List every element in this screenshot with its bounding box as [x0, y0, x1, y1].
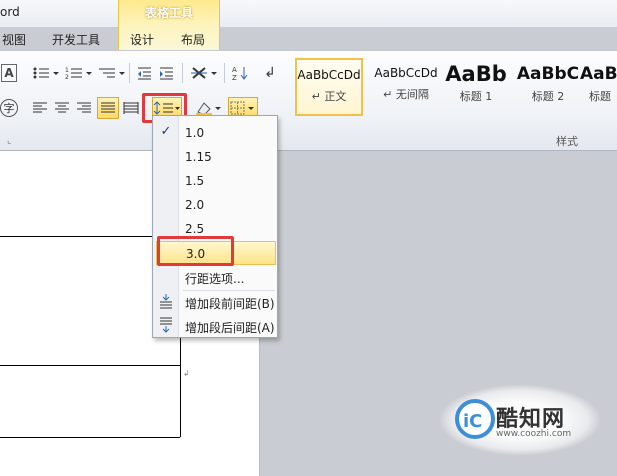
svg-text:A: A	[232, 66, 237, 74]
menu-item-1-0[interactable]: ✓ 1.0	[153, 121, 277, 145]
styles-gallery: AaBbCcDd ↵ 正文 AaBbCcDd ↵ 无间隔 AaBb 标题 1 A…	[290, 58, 617, 118]
space-before-icon	[158, 293, 174, 309]
style-heading-2[interactable]: AaBbC 标题 2	[512, 58, 584, 116]
styles-group-label: 样式	[556, 135, 578, 148]
title-bar: ord	[0, 0, 617, 27]
style-no-spacing[interactable]: AaBbCcDd ↵ 无间隔	[370, 58, 442, 116]
center-icon[interactable]	[52, 98, 72, 118]
tab-view[interactable]: 视图	[2, 31, 26, 48]
increase-indent-icon[interactable]	[157, 63, 175, 83]
menu-item-add-space-after[interactable]: 增加段后间距(A)	[153, 314, 277, 338]
decrease-indent-icon[interactable]	[135, 63, 153, 83]
style-normal[interactable]: AaBbCcDd ↵ 正文	[295, 58, 363, 116]
multilevel-list-icon[interactable]	[96, 63, 128, 83]
svg-text:iC: iC	[463, 411, 482, 432]
svg-text:2: 2	[65, 74, 69, 81]
align-right-icon[interactable]	[74, 98, 94, 118]
enclosed-char-icon[interactable]: 字	[0, 99, 18, 117]
check-icon: ✓	[160, 124, 172, 139]
menu-item-2-0[interactable]: 2.0	[153, 193, 277, 217]
table-tools-title: 表格工具	[144, 6, 193, 20]
ribbon-tabs: 视图 开发工具 设计 布局	[0, 27, 617, 50]
justify-icon[interactable]	[97, 97, 119, 119]
launcher-icon[interactable]: ⌞	[7, 136, 11, 146]
distributed-icon[interactable]	[121, 98, 141, 118]
style-title[interactable]: AaBl 标题	[580, 58, 617, 116]
show-marks-icon[interactable]: ↲	[262, 63, 278, 83]
menu-item-add-space-before[interactable]: 增加段前间距(B)	[153, 290, 277, 314]
svg-text:1: 1	[65, 67, 69, 74]
tab-design[interactable]: 设计	[130, 31, 154, 48]
option-3-0-highlight-box	[157, 236, 234, 266]
space-after-icon	[158, 317, 174, 333]
style-heading-1[interactable]: AaBb 标题 1	[440, 58, 512, 116]
align-left-icon[interactable]	[30, 98, 50, 118]
tab-developer[interactable]: 开发工具	[52, 31, 100, 48]
sort-icon[interactable]: AZ	[230, 63, 250, 83]
bullets-icon[interactable]	[30, 63, 62, 83]
coozhi-logo-icon: iC	[455, 399, 495, 439]
menu-item-line-options[interactable]: 行距选项...	[153, 265, 277, 289]
font-a-icon[interactable]: A	[1, 64, 17, 82]
menu-item-1-15[interactable]: 1.15	[153, 145, 277, 169]
paragraph-mark: ↲	[183, 369, 190, 378]
watermark-url: www.coozhi.com	[496, 429, 572, 439]
word-window: ord 表格工具 视图 开发工具 设计 布局 A 12 AZ ↲ 字 ⌞ 样式 …	[0, 0, 617, 476]
numbering-icon[interactable]: 12	[63, 63, 95, 83]
svg-text:Z: Z	[232, 74, 237, 81]
chinese-layout-icon[interactable]	[189, 63, 219, 83]
tab-layout[interactable]: 布局	[181, 31, 205, 48]
menu-item-1-5[interactable]: 1.5	[153, 169, 277, 193]
app-title: ord	[0, 5, 20, 19]
line-spacing-menu: ✓ 1.0 1.15 1.5 2.0 2.5 3.0 行距选项... 增加段前间…	[152, 115, 278, 338]
